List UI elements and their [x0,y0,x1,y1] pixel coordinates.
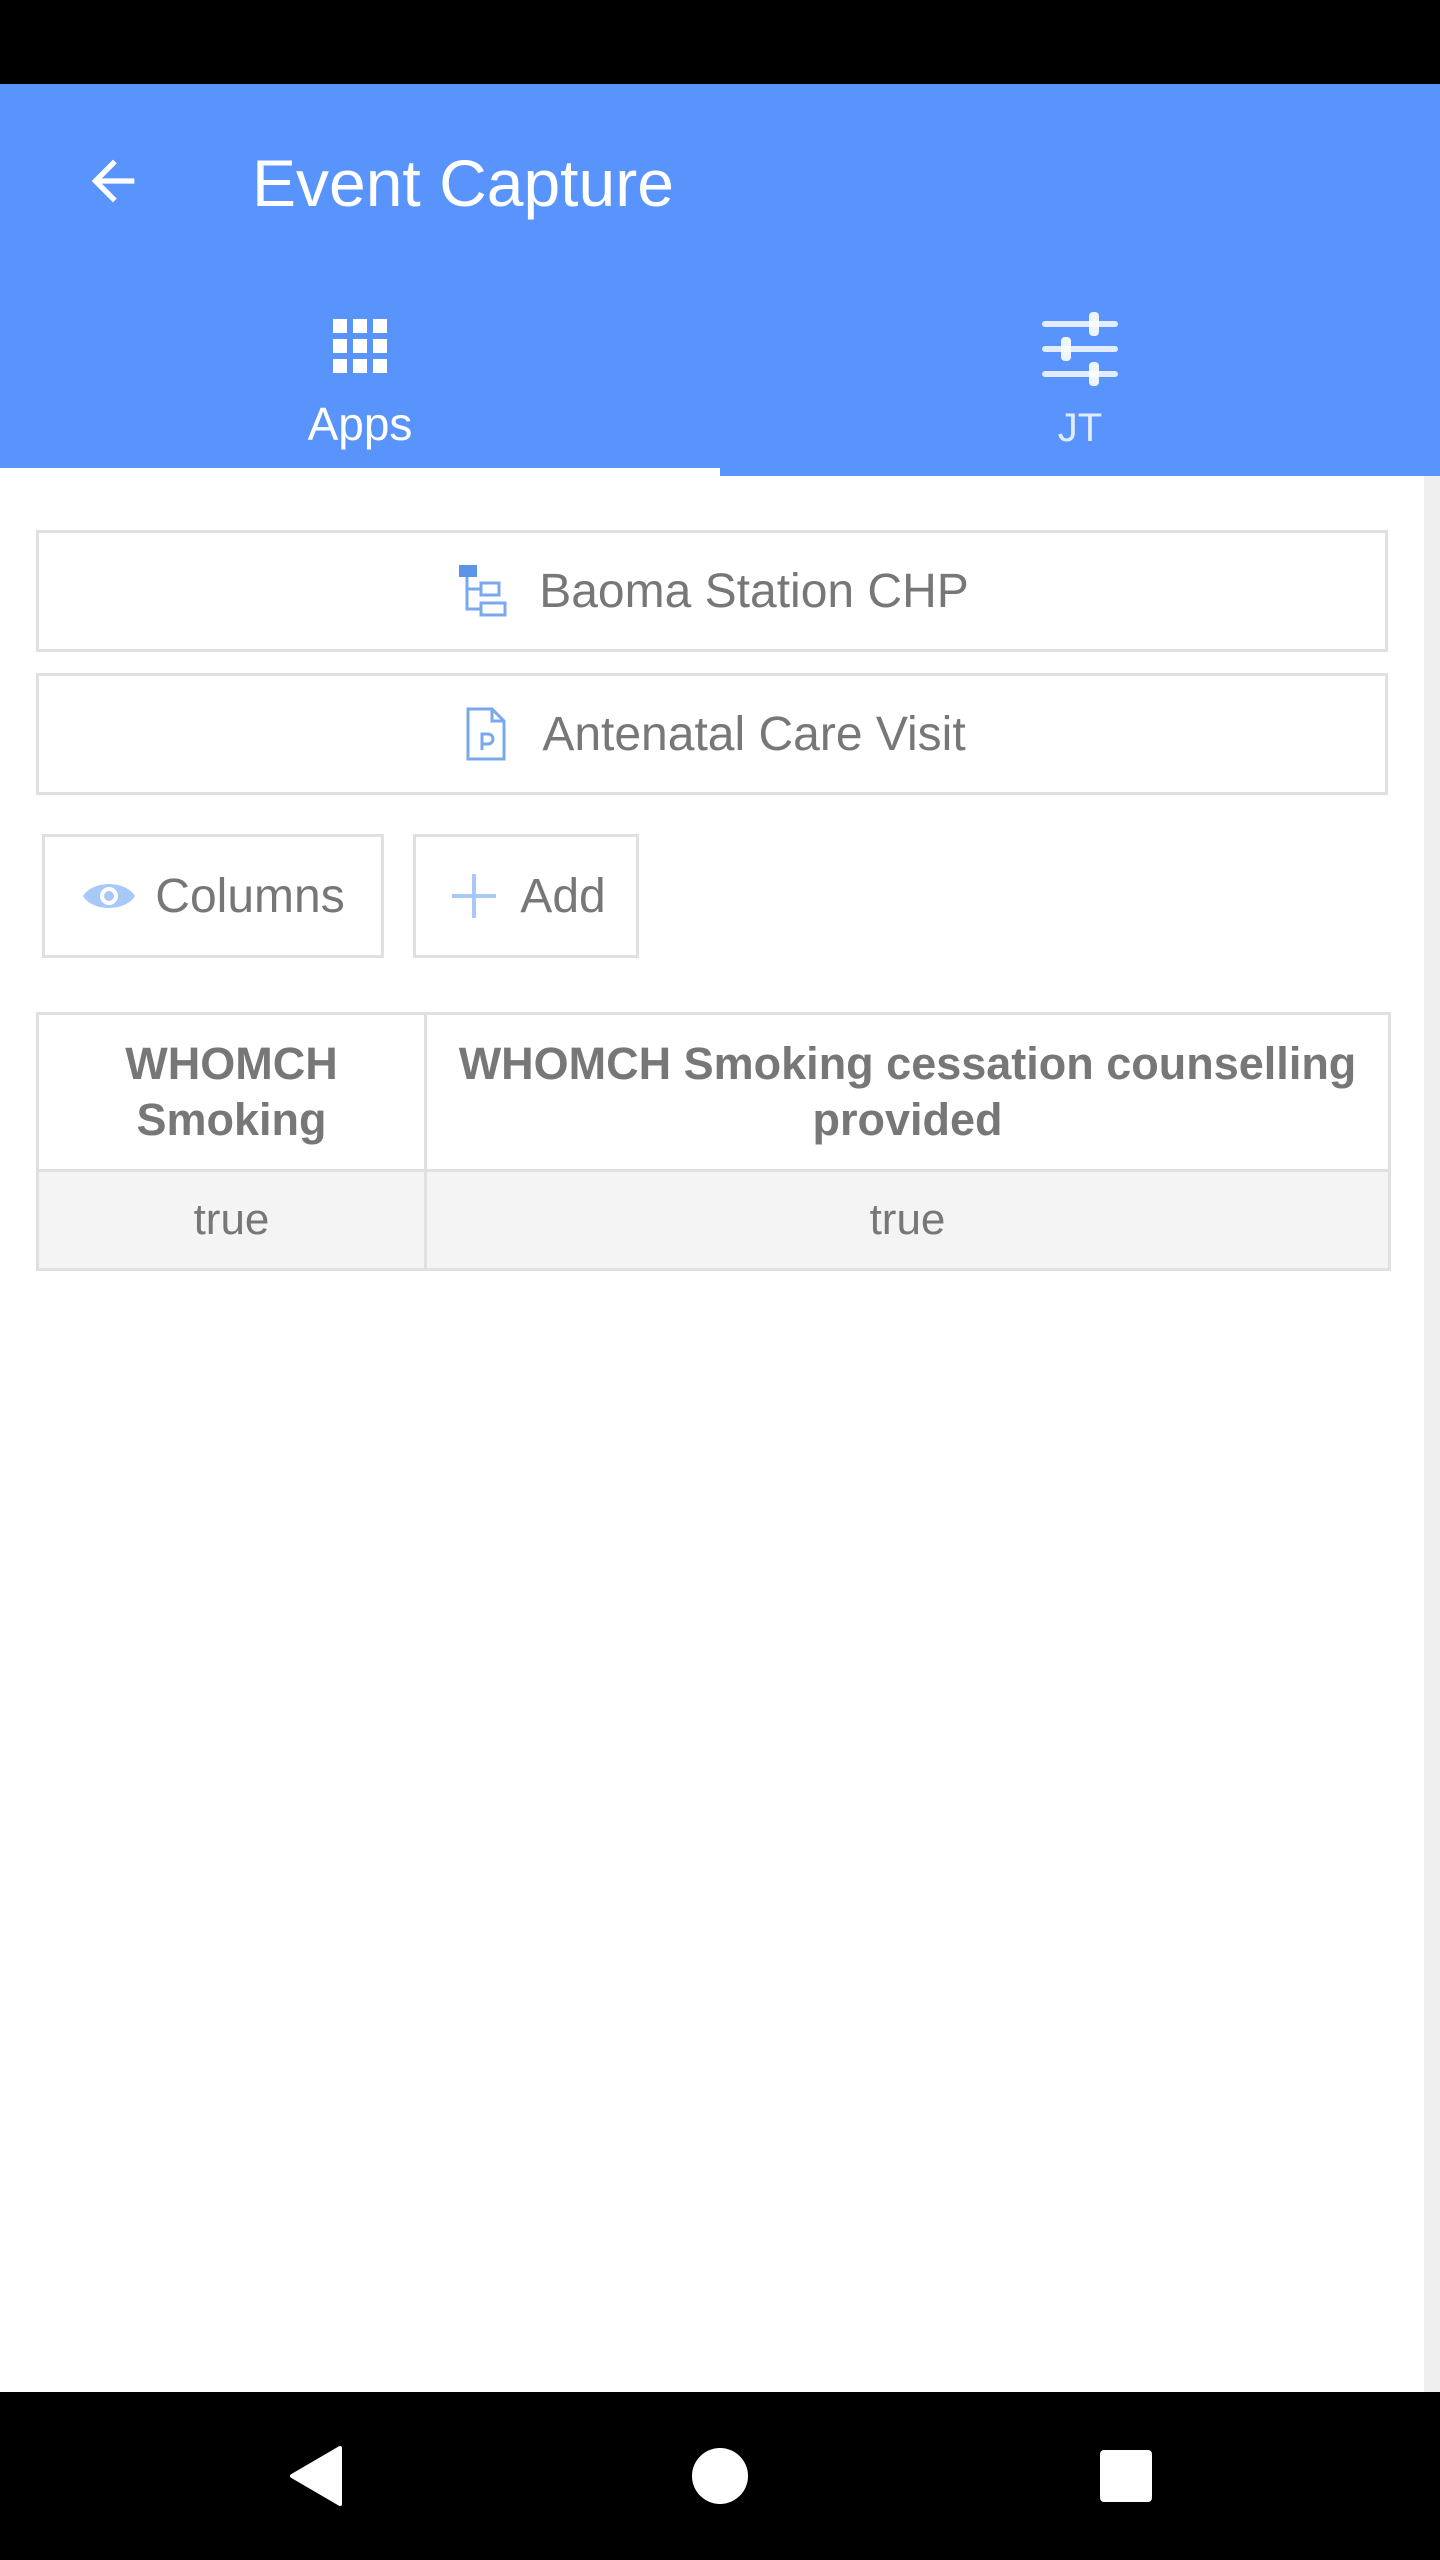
nav-back-button[interactable] [276,2436,356,2516]
page-title: Event Capture [252,146,674,220]
tab-jt-label: JT [1057,406,1103,450]
table-cell: true [424,1169,1391,1271]
org-tree-icon [455,563,511,619]
nav-home-button[interactable] [680,2436,760,2516]
tab-jt[interactable]: JT [720,296,1440,476]
nav-recents-button[interactable] [1086,2436,1166,2516]
columns-button-label: Columns [155,869,345,923]
org-unit-label: Baoma Station CHP [539,564,969,618]
status-bar [0,0,1440,84]
eye-icon [81,868,137,924]
table-header-row: WHOMCH Smoking WHOMCH Smoking cessation … [36,1012,1391,1172]
sliders-icon [1041,310,1119,388]
column-header-whomch-smoking[interactable]: WHOMCH Smoking [36,1012,427,1172]
table-row[interactable]: true true [36,1169,1391,1271]
square-recents-icon [1100,2450,1152,2502]
arrow-left-icon [91,159,135,203]
triangle-back-icon [290,2446,342,2506]
column-header-smoking-cessation-counselling[interactable]: WHOMCH Smoking cessation counselling pro… [424,1012,1391,1172]
circle-home-icon [692,2448,748,2504]
back-button[interactable] [58,126,168,236]
table-cell: true [36,1169,427,1271]
org-unit-selector[interactable]: Baoma Station CHP [36,530,1388,652]
plus-icon [446,868,502,924]
add-button-label: Add [520,869,606,923]
tab-apps-label: Apps [307,398,413,450]
events-table: WHOMCH Smoking WHOMCH Smoking cessation … [36,1012,1391,1271]
tab-apps[interactable]: Apps [0,296,720,476]
tab-indicator [0,468,720,476]
scrollbar[interactable] [1424,476,1440,2392]
apps-grid-icon [330,316,390,376]
document-icon [458,706,514,762]
program-label: Antenatal Care Visit [542,707,966,761]
program-selector[interactable]: Antenatal Care Visit [36,673,1388,795]
columns-button[interactable]: Columns [42,834,384,958]
add-button[interactable]: Add [413,834,639,958]
